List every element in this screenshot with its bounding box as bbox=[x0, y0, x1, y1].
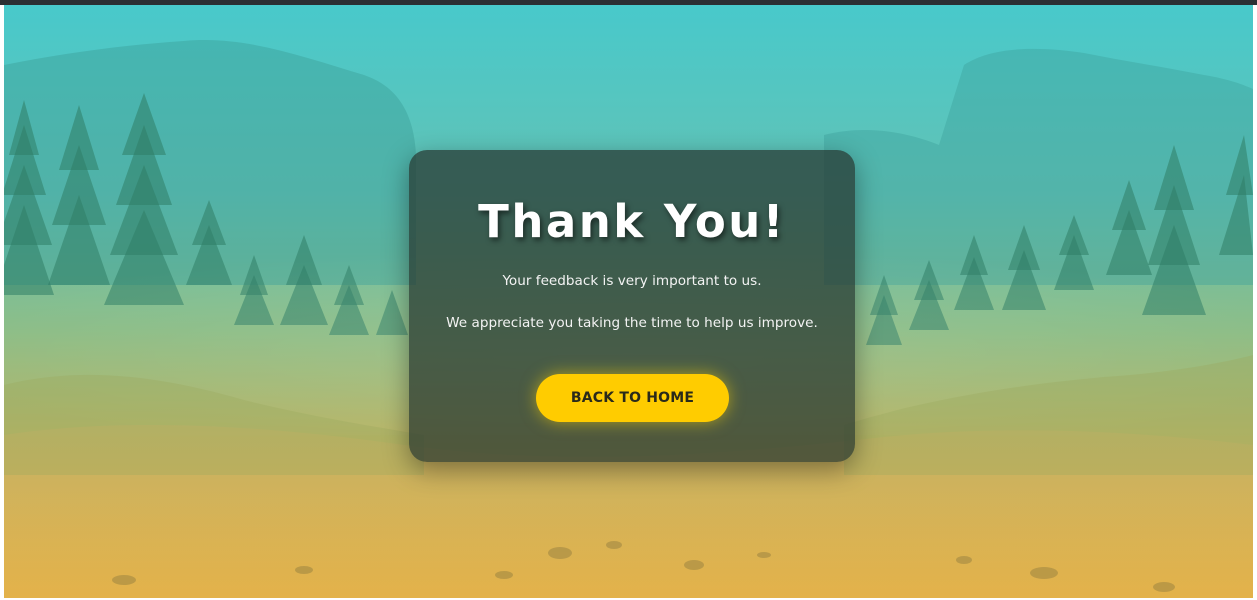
thank-you-card: Thank You! Your feedback is very importa… bbox=[409, 150, 855, 462]
feedback-message: Your feedback is very important to us. bbox=[502, 273, 762, 289]
back-to-home-button[interactable]: BACK TO HOME bbox=[536, 374, 729, 422]
card-title: Thank You! bbox=[478, 195, 786, 248]
top-border bbox=[0, 0, 1257, 5]
appreciation-message: We appreciate you taking the time to hel… bbox=[446, 315, 818, 331]
thank-you-page: Thank You! Your feedback is very importa… bbox=[0, 0, 1257, 600]
